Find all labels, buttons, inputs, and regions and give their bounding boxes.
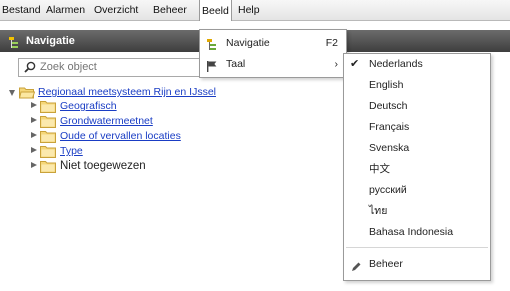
menu-item-label: Beheer [369,258,403,270]
menu-item-label: Navigatie [226,37,270,49]
expand-icon[interactable] [31,117,37,123]
taal-submenu: ✔ Nederlands English Deutsch Français Sv… [343,53,491,281]
navigation-title: Navigatie [26,35,75,47]
menu-bar: Bestand Alarmen Overzicht Beheer Beeld H… [0,0,510,21]
pencil-icon [351,259,361,280]
beeld-dropdown-menu: Navigatie F2 Taal › [199,29,347,78]
tree-item-label[interactable]: Grondwatermeetnet [60,114,153,128]
tree-item-label[interactable]: Niet toegewezen [60,159,146,173]
menu-item-taal[interactable]: Taal › [200,54,346,74]
language-label: русский [369,184,407,196]
language-label: Svenska [369,142,410,154]
language-bahasa-indonesia[interactable]: Bahasa Indonesia [344,222,490,243]
language-label: ไทย [369,205,388,217]
menu-item-navigatie[interactable]: Navigatie F2 [200,33,346,53]
submenu-arrow-icon: › [334,58,339,70]
language-label: 中文 [369,163,390,175]
shortcut-label: F2 [325,37,338,49]
folder-icon [40,160,56,177]
navigation-icon [9,35,21,57]
expand-icon[interactable] [31,102,37,108]
language-francais[interactable]: Français [344,117,490,138]
tree-item-label[interactable]: Geografisch [60,99,117,113]
language-label: Nederlands [369,58,423,70]
language-label: Deutsch [369,100,408,112]
folder-open-icon [18,86,36,103]
tree-item-label[interactable]: Oude of vervallen locaties [60,129,181,143]
language-russian[interactable]: русский [344,180,490,201]
language-deutsch[interactable]: Deutsch [344,96,490,117]
menu-beeld[interactable]: Beeld [199,0,232,21]
tree-root-label[interactable]: Regionaal meetsysteem Rijn en IJssel [38,85,216,99]
language-nederlands[interactable]: ✔ Nederlands [344,54,490,75]
menu-item-label: Taal [226,58,246,70]
language-thai[interactable]: ไทย [344,201,490,222]
menu-separator [346,247,488,248]
expand-icon[interactable] [31,162,37,168]
tree-item-label[interactable]: Type [60,144,83,158]
menu-alarmen[interactable]: Alarmen [44,0,87,20]
flag-icon [207,59,218,79]
menu-bestand[interactable]: Bestand [0,0,43,20]
language-english[interactable]: English [344,75,490,96]
checkmark-icon: ✔ [350,58,360,70]
language-chinese[interactable]: 中文 [344,159,490,180]
language-svenska[interactable]: Svenska [344,138,490,159]
language-label: Bahasa Indonesia [369,226,454,238]
language-label: Français [369,121,410,133]
menu-item-beheer[interactable]: Beheer [344,254,490,275]
language-label: English [369,79,404,91]
search-icon [24,61,36,76]
expand-icon[interactable] [31,147,37,153]
menu-beheer[interactable]: Beheer [151,0,189,20]
collapse-icon[interactable] [9,90,15,96]
expand-icon[interactable] [31,132,37,138]
menu-overzicht[interactable]: Overzicht [92,0,140,20]
menu-help[interactable]: Help [236,0,262,20]
